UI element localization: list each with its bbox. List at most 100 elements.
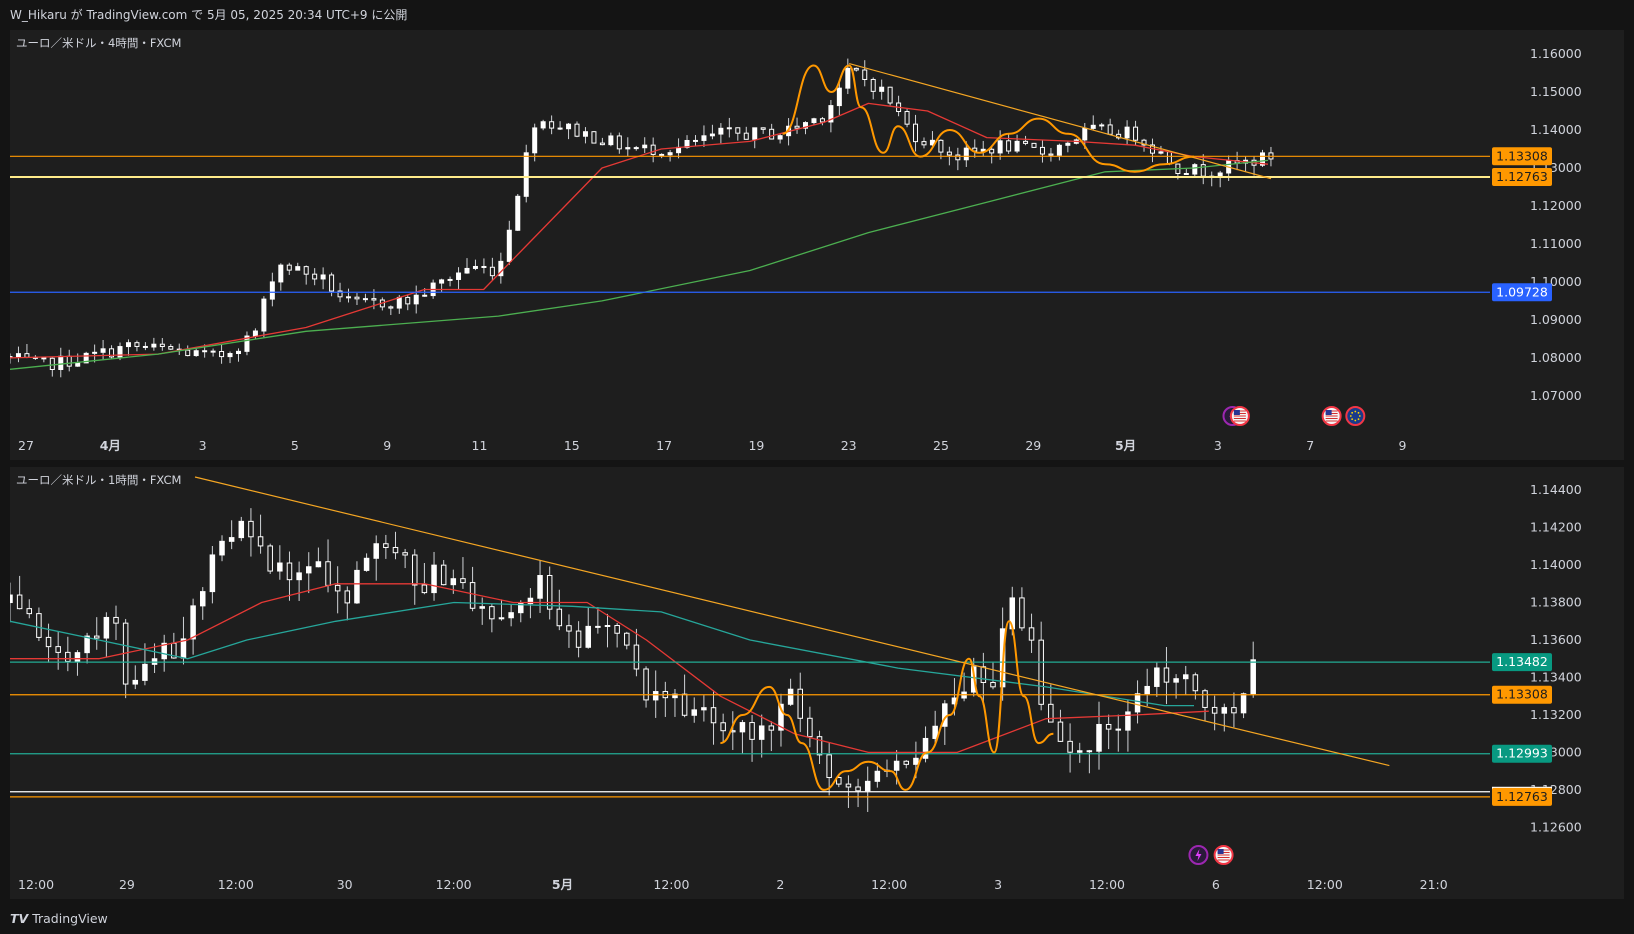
- candle[interactable]: [625, 137, 631, 157]
- candle[interactable]: [431, 551, 437, 601]
- candle[interactable]: [1231, 692, 1237, 728]
- candle[interactable]: [1065, 141, 1071, 153]
- candle[interactable]: [244, 331, 250, 356]
- candle[interactable]: [303, 265, 309, 285]
- candle[interactable]: [614, 623, 620, 648]
- chart-pane-1h[interactable]: 1.14400 1.14200 1.14000 1.13800 1.13600 1.134…: [10, 467, 1624, 899]
- candle[interactable]: [574, 121, 580, 138]
- candle[interactable]: [479, 597, 485, 625]
- candle[interactable]: [855, 778, 861, 808]
- candle[interactable]: [1116, 129, 1122, 140]
- candle[interactable]: [498, 252, 504, 284]
- candle[interactable]: [1163, 647, 1170, 705]
- us-flag-icon[interactable]: [1213, 845, 1234, 865]
- candle[interactable]: [354, 561, 360, 604]
- candle[interactable]: [1154, 661, 1160, 697]
- candle[interactable]: [362, 293, 368, 303]
- candle[interactable]: [701, 125, 707, 147]
- candle[interactable]: [363, 553, 370, 572]
- candle[interactable]: [122, 618, 129, 699]
- candle[interactable]: [1144, 668, 1150, 707]
- candle[interactable]: [103, 612, 110, 658]
- candle[interactable]: [278, 263, 284, 291]
- candle[interactable]: [758, 714, 765, 758]
- us-flag-icon[interactable]: [1229, 406, 1250, 426]
- candle[interactable]: [887, 86, 893, 106]
- candle[interactable]: [344, 586, 351, 621]
- lightning-icon[interactable]: [1188, 845, 1209, 865]
- candle[interactable]: [24, 344, 30, 359]
- candle[interactable]: [575, 621, 582, 658]
- candle[interactable]: [743, 126, 749, 140]
- candle[interactable]: [159, 338, 165, 351]
- candle[interactable]: [58, 347, 64, 378]
- candle[interactable]: [828, 99, 834, 133]
- candle[interactable]: [10, 582, 13, 623]
- candle[interactable]: [168, 344, 174, 351]
- candle[interactable]: [176, 343, 182, 355]
- candle[interactable]: [1031, 142, 1037, 148]
- chart-4h-svg[interactable]: 1.160001.150001.140001.130001.120001.110…: [10, 30, 1624, 460]
- candle[interactable]: [643, 666, 649, 708]
- candle[interactable]: [566, 123, 572, 140]
- candle[interactable]: [870, 77, 876, 100]
- candle[interactable]: [1192, 163, 1198, 178]
- candle[interactable]: [1105, 714, 1112, 750]
- candle[interactable]: [41, 357, 47, 363]
- candle[interactable]: [286, 262, 292, 275]
- candle[interactable]: [1243, 156, 1249, 172]
- candle[interactable]: [681, 674, 688, 718]
- candle[interactable]: [219, 535, 225, 562]
- candle[interactable]: [190, 598, 196, 655]
- candle[interactable]: [515, 194, 521, 231]
- candle[interactable]: [100, 340, 106, 361]
- candle[interactable]: [209, 545, 216, 604]
- candle[interactable]: [1006, 133, 1012, 154]
- candle[interactable]: [913, 114, 919, 152]
- candle[interactable]: [405, 295, 411, 311]
- candle[interactable]: [1125, 699, 1131, 752]
- candle[interactable]: [903, 760, 910, 769]
- candle[interactable]: [853, 67, 859, 72]
- candle[interactable]: [1115, 714, 1122, 752]
- candle[interactable]: [616, 132, 622, 154]
- candle[interactable]: [922, 726, 929, 763]
- candle[interactable]: [1090, 115, 1096, 131]
- candle[interactable]: [624, 631, 630, 650]
- candle[interactable]: [720, 713, 726, 743]
- candle[interactable]: [549, 115, 555, 135]
- candle[interactable]: [489, 604, 495, 633]
- candle[interactable]: [49, 357, 55, 377]
- candle[interactable]: [252, 328, 258, 340]
- candle[interactable]: [508, 604, 514, 627]
- candle[interactable]: [460, 557, 466, 589]
- candle[interactable]: [1250, 641, 1256, 698]
- candle[interactable]: [257, 514, 264, 554]
- candle[interactable]: [261, 296, 267, 338]
- candle[interactable]: [185, 345, 191, 357]
- candle[interactable]: [132, 665, 139, 690]
- candle[interactable]: [777, 133, 783, 144]
- candle[interactable]: [498, 599, 505, 621]
- candle[interactable]: [1096, 701, 1102, 770]
- candle[interactable]: [228, 520, 235, 550]
- candle[interactable]: [109, 345, 115, 359]
- candle[interactable]: [227, 351, 233, 364]
- candle[interactable]: [904, 109, 910, 128]
- candle[interactable]: [769, 123, 775, 140]
- candle[interactable]: [595, 607, 601, 634]
- candle[interactable]: [1038, 621, 1044, 711]
- candle[interactable]: [235, 348, 241, 362]
- candle[interactable]: [489, 257, 495, 281]
- candle[interactable]: [760, 127, 766, 134]
- candle[interactable]: [1149, 138, 1155, 163]
- candle[interactable]: [402, 548, 408, 569]
- candle[interactable]: [1200, 154, 1206, 185]
- candle[interactable]: [26, 599, 33, 619]
- candle[interactable]: [797, 672, 804, 733]
- candle[interactable]: [1056, 143, 1062, 161]
- candle[interactable]: [238, 516, 245, 542]
- candle[interactable]: [1217, 170, 1223, 188]
- candle[interactable]: [286, 551, 293, 601]
- candle[interactable]: [604, 613, 611, 648]
